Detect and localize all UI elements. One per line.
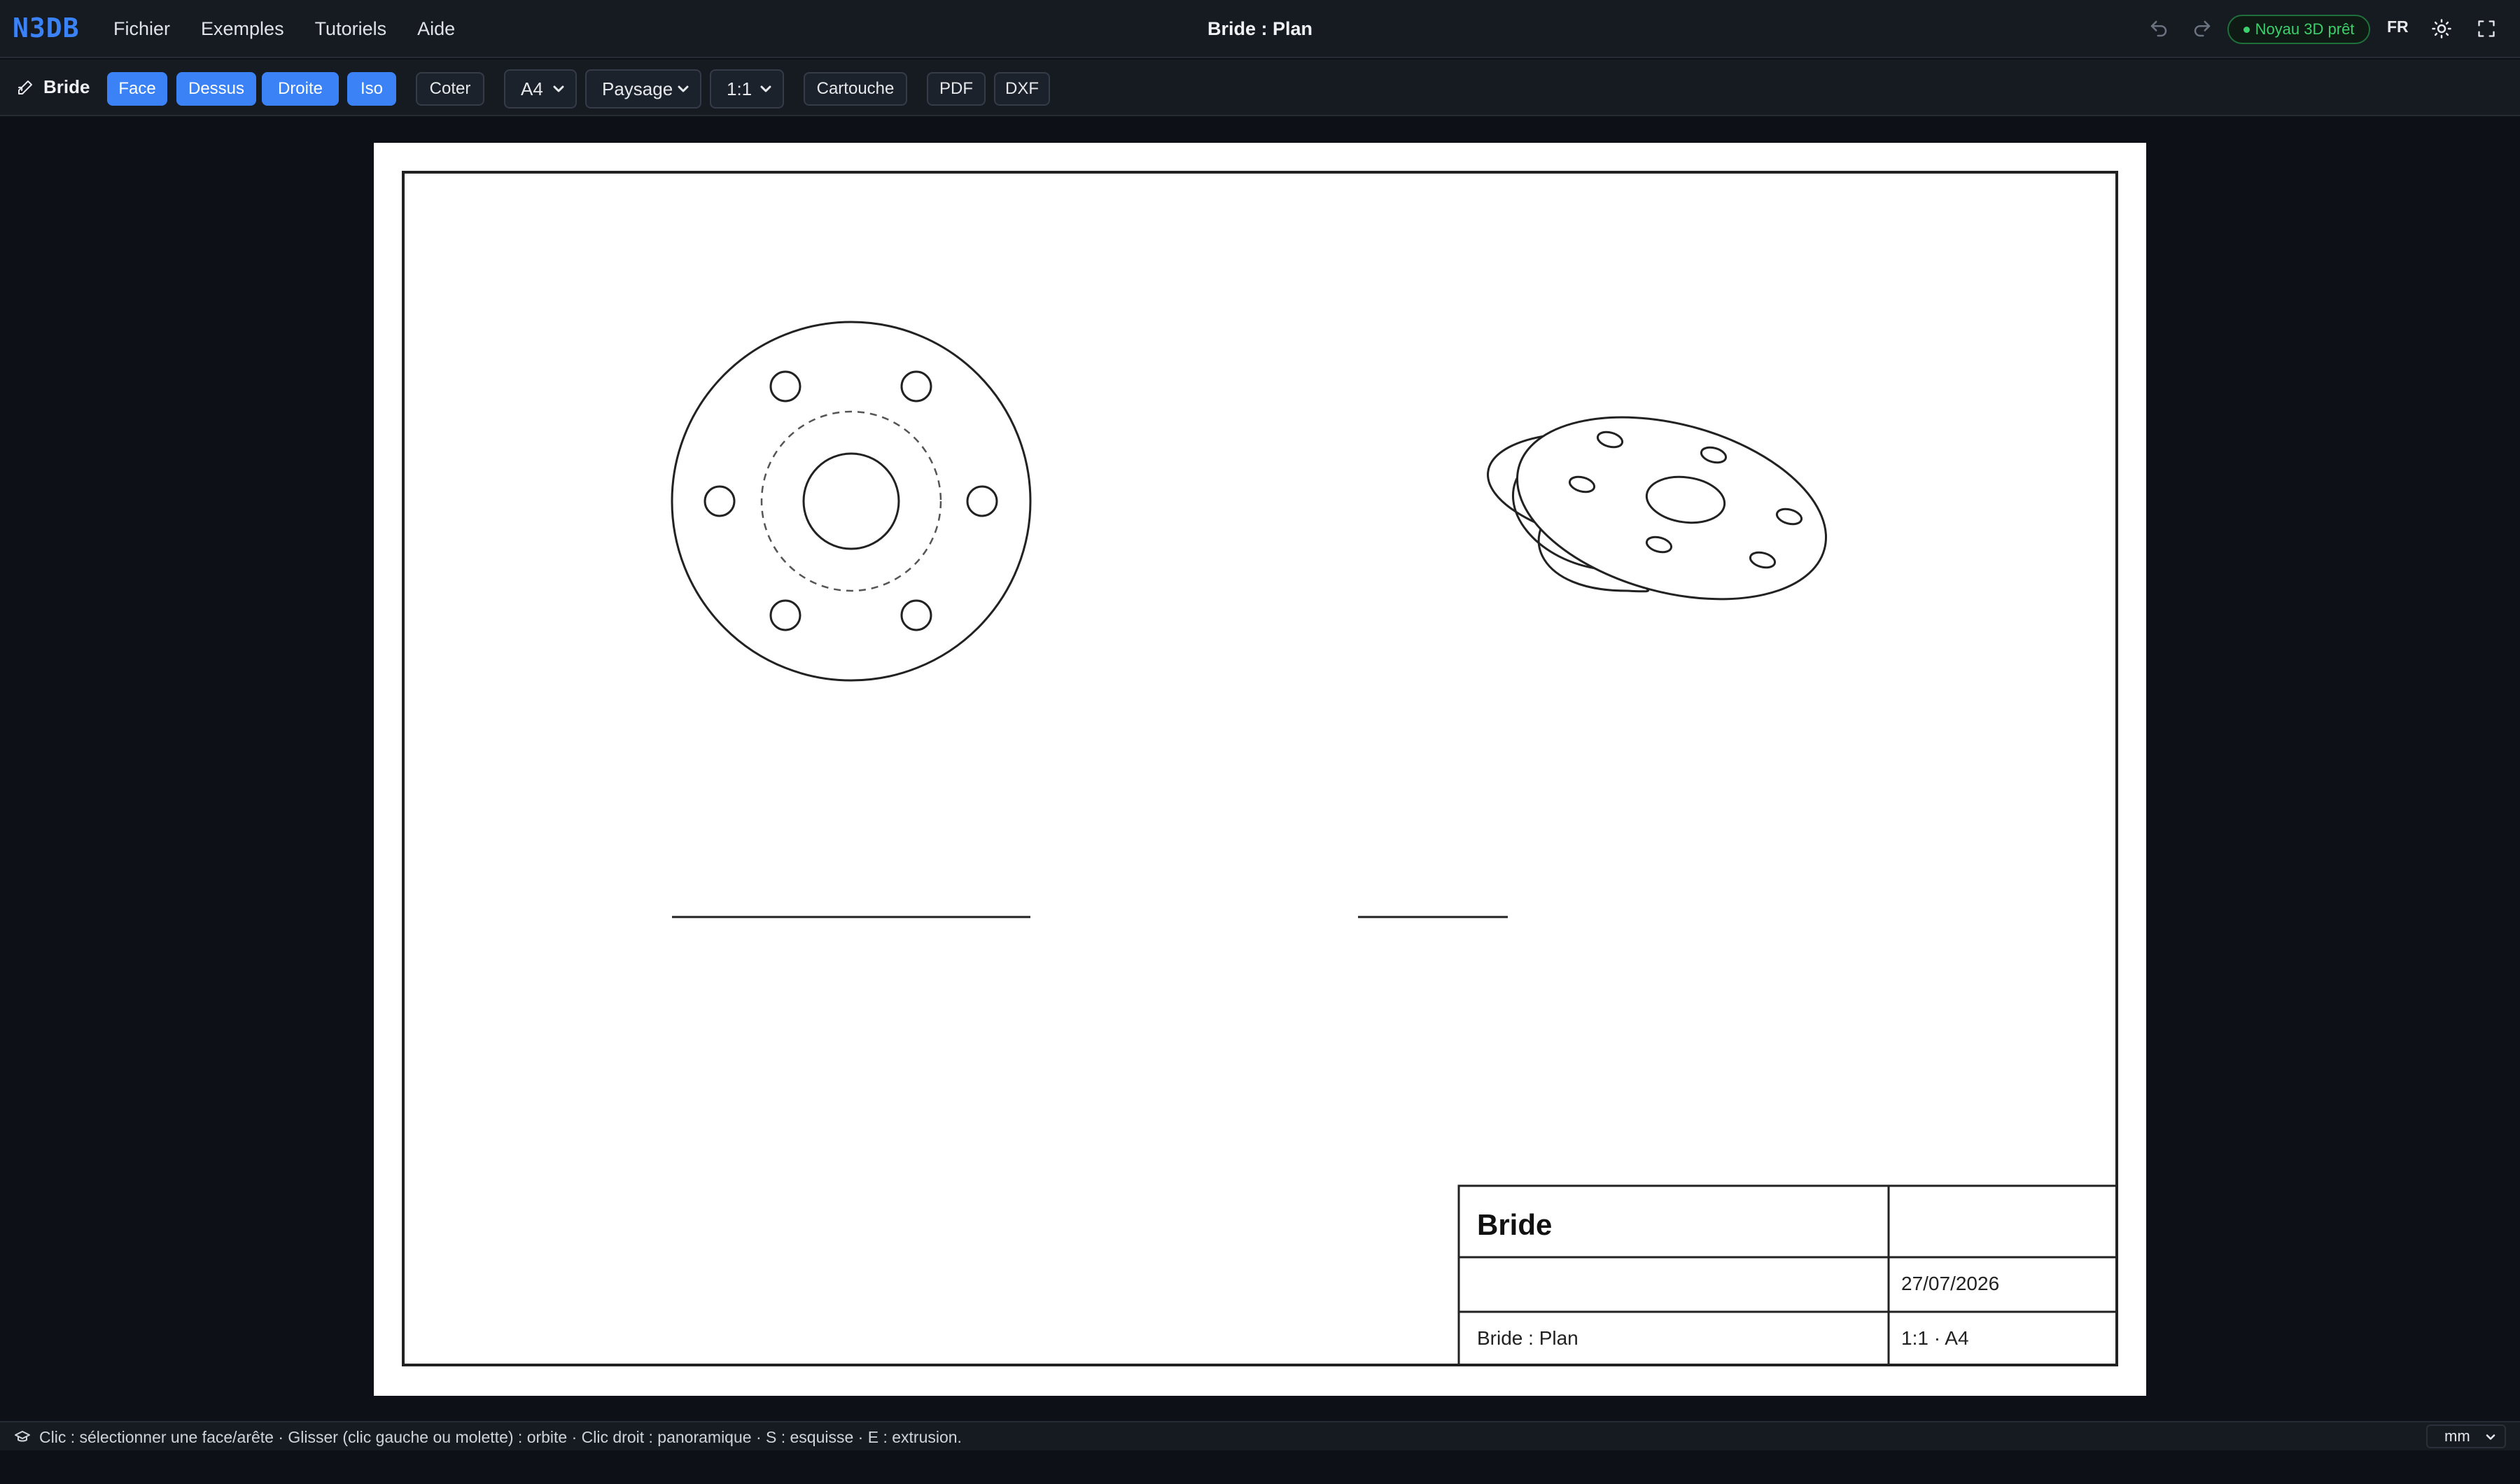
undo-icon: [2150, 20, 2167, 37]
flange-outer-circle: [671, 321, 1032, 682]
bolt-hole: [900, 370, 932, 402]
status-hint: Clic : sélectionner une face/arête · Gli…: [39, 1428, 962, 1446]
menubar: N3DB Fichier Exemples Tutoriels Aide Bri…: [0, 0, 2520, 58]
unit-select[interactable]: mm: [2426, 1424, 2506, 1448]
language-switch[interactable]: FR: [2387, 18, 2409, 36]
dimension-button[interactable]: Coter: [416, 72, 484, 106]
unit-value: mm: [2444, 1427, 2470, 1445]
menu-tutoriels[interactable]: Tutoriels: [315, 18, 387, 40]
view-iso-button[interactable]: Iso: [347, 72, 396, 106]
sun-icon: [2432, 19, 2451, 38]
undo-button[interactable]: [2145, 15, 2173, 43]
app-logo[interactable]: N3DB: [13, 13, 80, 43]
status-dot-icon: [2243, 26, 2250, 33]
bolt-hole: [769, 370, 802, 402]
menu-fichier[interactable]: Fichier: [113, 18, 170, 40]
chevron-down-icon: [553, 85, 564, 92]
paper-size-value: A4: [521, 78, 543, 99]
title-block-drawing-name[interactable]: Bride : Plan: [1477, 1327, 1578, 1350]
redo-icon: [2194, 20, 2211, 37]
bolt-hole: [704, 485, 736, 517]
kernel-status-badge: Noyau 3D prêt: [2227, 15, 2370, 44]
bolt-hole: [769, 599, 802, 631]
flange-bore-circle: [802, 452, 900, 550]
menu-aide[interactable]: Aide: [417, 18, 455, 40]
title-block-button[interactable]: Cartouche: [804, 72, 907, 106]
title-block-date[interactable]: 27/07/2026: [1901, 1273, 1999, 1295]
orientation-select[interactable]: Paysage: [585, 69, 701, 108]
status-bar: Clic : sélectionner une face/arête · Gli…: [0, 1421, 2520, 1450]
iso-view[interactable]: [1480, 386, 1846, 631]
chevron-down-icon: [760, 85, 771, 92]
drawing-canvas[interactable]: [374, 143, 2146, 1396]
part-name-label: Bride: [43, 76, 90, 97]
front-view[interactable]: [671, 321, 1032, 682]
export-pdf-button[interactable]: PDF: [927, 72, 986, 106]
redo-button[interactable]: [2188, 15, 2216, 43]
view-face-button[interactable]: Face: [107, 72, 167, 106]
scale-select[interactable]: 1:1: [710, 69, 784, 108]
paper-size-select[interactable]: A4: [504, 69, 577, 108]
title-block-scale-format[interactable]: 1:1 · A4: [1901, 1327, 1969, 1350]
chevron-down-icon: [2486, 1434, 2496, 1440]
theme-toggle-button[interactable]: [2428, 15, 2456, 43]
fullscreen-icon: [2478, 20, 2495, 37]
title-block-part-title[interactable]: Bride: [1477, 1208, 1552, 1242]
main-menu: Fichier Exemples Tutoriels Aide: [113, 0, 486, 58]
drawing-toolbar: Bride Face Dessus Droite Iso Coter A4 Pa…: [0, 59, 2520, 116]
iso-front-face: [1516, 416, 1827, 601]
scale-value: 1:1: [727, 78, 752, 99]
view-droite-button[interactable]: Droite: [262, 72, 339, 106]
view-dessus-button[interactable]: Dessus: [176, 72, 256, 106]
sketch-pencil-icon: [18, 80, 32, 94]
bolt-hole: [966, 485, 998, 517]
orientation-value: Paysage: [602, 78, 673, 99]
fullscreen-button[interactable]: [2472, 15, 2500, 43]
bolt-hole: [900, 599, 932, 631]
flange-pitch-circle: [760, 410, 942, 592]
graduation-cap-icon: [15, 1431, 30, 1442]
kernel-status-text: Noyau 3D prêt: [2255, 20, 2355, 38]
part-name[interactable]: Bride: [17, 76, 90, 98]
drawing-sheet[interactable]: Bride 27/07/2026 Bride : Plan 1:1 · A4: [374, 143, 2146, 1396]
chevron-down-icon: [678, 85, 689, 92]
menu-exemples[interactable]: Exemples: [201, 18, 284, 40]
export-dxf-button[interactable]: DXF: [994, 72, 1050, 106]
